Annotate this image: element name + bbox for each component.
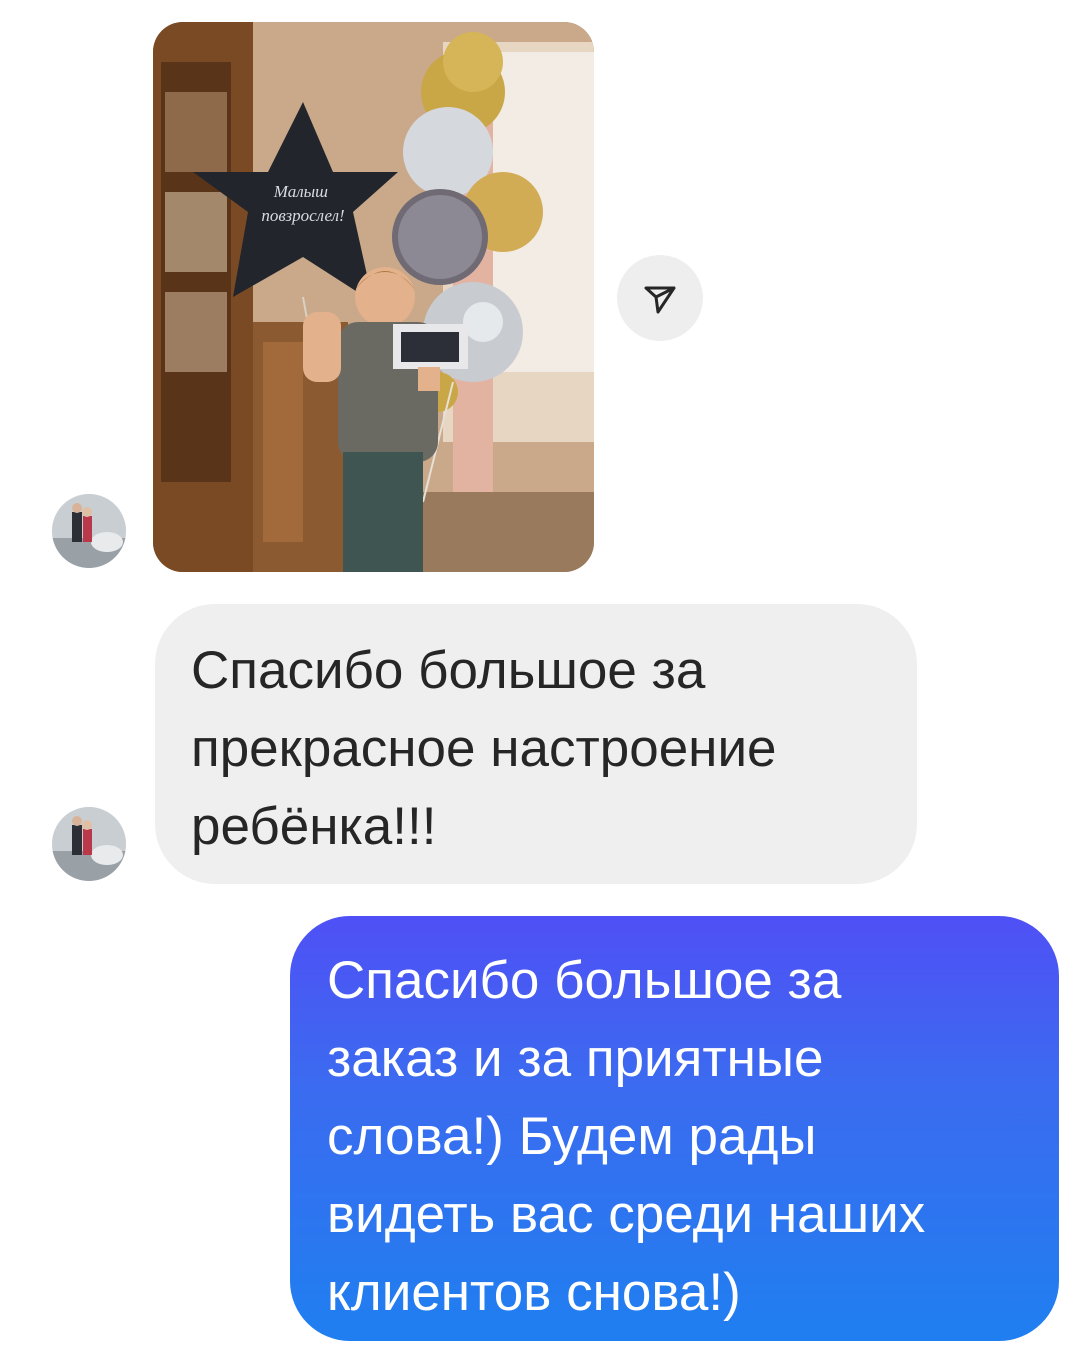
photo-message[interactable]: Малыш повзрослел! <box>153 22 594 572</box>
avatar-image <box>52 494 126 568</box>
chat-thread: Малыш повзрослел! Спасибо большое за пре… <box>0 0 1080 1371</box>
photo-image: Малыш повзрослел! <box>153 22 594 572</box>
paper-plane-icon <box>644 286 676 314</box>
outgoing-message-text: Спасибо большое за заказ и за приятные с… <box>327 951 926 1322</box>
share-button[interactable] <box>617 255 703 341</box>
sender-avatar[interactable] <box>52 494 126 568</box>
sender-avatar[interactable] <box>52 807 126 881</box>
incoming-message-text: Спасибо большое за прекрасное настроение… <box>191 641 777 856</box>
avatar-image <box>52 807 126 881</box>
incoming-message-bubble[interactable]: Спасибо большое за прекрасное настроение… <box>155 604 917 884</box>
outgoing-message-bubble[interactable]: Спасибо большое за заказ и за приятные с… <box>290 916 1059 1341</box>
